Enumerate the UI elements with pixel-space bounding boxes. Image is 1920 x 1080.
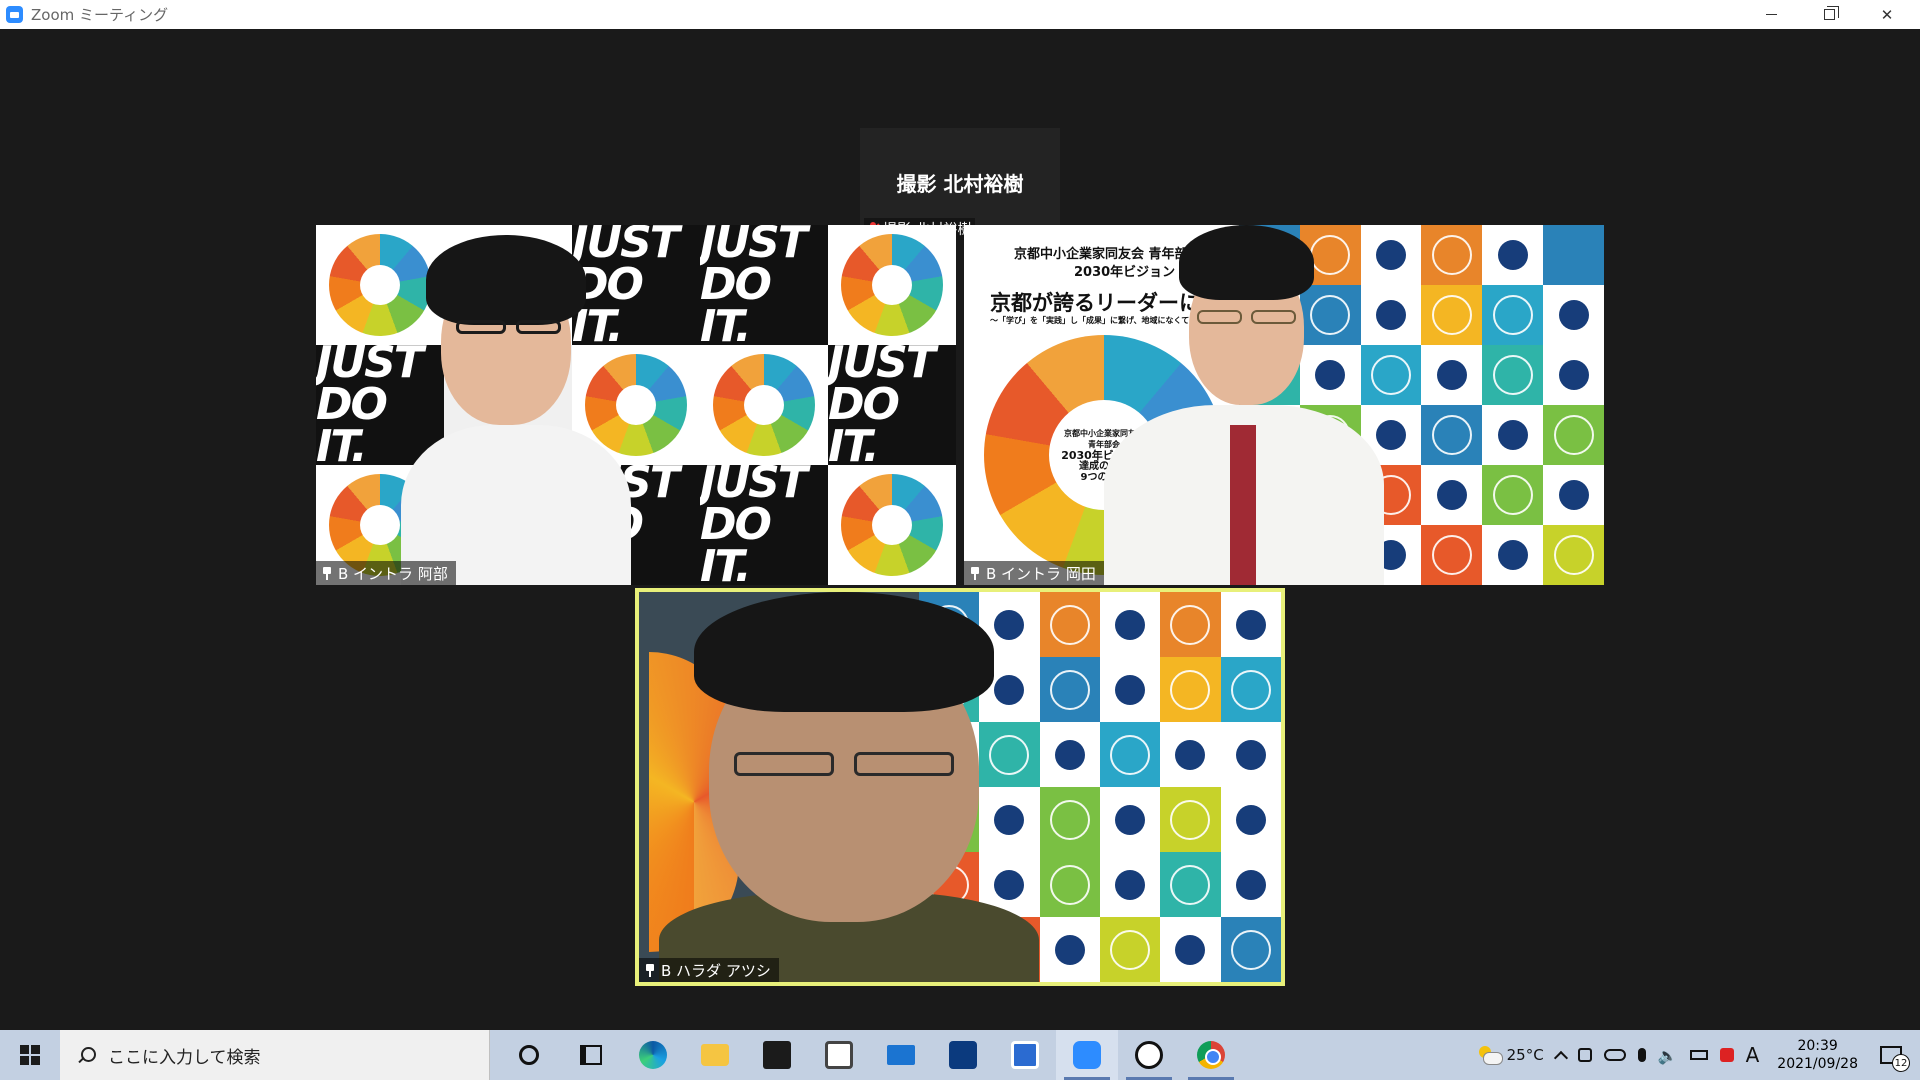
app-icon: [1011, 1041, 1039, 1069]
pin-icon: [645, 963, 655, 977]
window-title-bar[interactable]: Zoom ミーティング ✕: [0, 0, 1920, 29]
store-icon: [763, 1041, 791, 1069]
taskbar-app-file-explorer[interactable]: [684, 1030, 746, 1080]
taskbar-app[interactable]: [994, 1030, 1056, 1080]
search-placeholder: ここに入力して検索: [108, 1047, 261, 1068]
backdrop-wheel: [316, 225, 444, 345]
tray-volume[interactable]: 🔈: [1652, 1030, 1684, 1080]
mail-icon: [887, 1045, 915, 1065]
meeting-gallery: 撮影 北村裕樹 撮影 北村裕樹 JUST DO IT. JUST DO IT. …: [0, 29, 1920, 1030]
cortana-icon: [519, 1045, 539, 1065]
restore-button[interactable]: [1800, 0, 1858, 29]
ime-indicator[interactable]: A: [1740, 1030, 1766, 1080]
windows-logo-icon: [20, 1045, 40, 1065]
close-icon: ✕: [1880, 5, 1894, 24]
zoom-icon: [1073, 1041, 1101, 1069]
cloud-icon: [1603, 1049, 1626, 1061]
tray-microphone[interactable]: [1632, 1030, 1652, 1080]
taskbar-app-mail[interactable]: [870, 1030, 932, 1080]
app-icon: [949, 1041, 977, 1069]
chat-bubble-icon: [1135, 1041, 1163, 1069]
battery-icon: [1689, 1050, 1708, 1060]
backdrop-slogan: JUST DO IT.: [700, 225, 828, 345]
show-hidden-icons-button[interactable]: [1550, 1030, 1572, 1080]
backdrop-slogan: JUST DO IT.: [316, 345, 444, 465]
participant-video-tile-active-speaker[interactable]: B ハラダ アツシ: [635, 588, 1285, 986]
restore-icon: [1823, 6, 1839, 20]
action-center-button[interactable]: 12: [1870, 1030, 1920, 1080]
participant-display-name: 撮影 北村裕樹: [896, 172, 1024, 196]
tray-battery[interactable]: [1684, 1030, 1714, 1080]
poster-vision: 2030年ビジョン: [1074, 265, 1176, 280]
backdrop-wheel: [828, 465, 956, 585]
cortana-button[interactable]: [498, 1030, 560, 1080]
notification-count-badge: 12: [1892, 1054, 1910, 1072]
weather-widget[interactable]: 25°C: [1471, 1030, 1550, 1080]
weather-partly-cloudy-icon: [1477, 1046, 1503, 1065]
photos-icon: [825, 1041, 853, 1069]
tray-app[interactable]: [1714, 1030, 1740, 1080]
backdrop-slogan: JUST DO IT.: [828, 345, 956, 465]
participant-video-tile[interactable]: JUST DO IT. JUST DO IT. JUST DO IT. JUST…: [316, 225, 956, 585]
start-button[interactable]: [0, 1030, 60, 1080]
windows-taskbar: ここに入力して検索 25°C 🔈 A 20:39 2021/09/28 12: [0, 1030, 1920, 1080]
participant-name-label: B イントラ 阿部: [316, 561, 456, 585]
taskbar-app-edge[interactable]: [622, 1030, 684, 1080]
weather-temp: 25°C: [1506, 1046, 1544, 1064]
task-view-button[interactable]: [560, 1030, 622, 1080]
participant-name-label: B ハラダ アツシ: [639, 958, 779, 982]
edge-icon: [639, 1041, 667, 1069]
participant-name: B イントラ 阿部: [338, 564, 448, 583]
chrome-icon: [1197, 1041, 1225, 1069]
taskbar-pinned-apps: [498, 1030, 1242, 1080]
folder-icon: [701, 1044, 729, 1066]
zoom-app-icon: [6, 6, 23, 23]
clock-time: 20:39: [1797, 1038, 1838, 1054]
close-button[interactable]: ✕: [1858, 0, 1916, 29]
taskbar-app[interactable]: [932, 1030, 994, 1080]
pin-icon: [970, 566, 980, 580]
notification-icon: 12: [1880, 1046, 1910, 1072]
chevron-up-icon: [1553, 1050, 1568, 1066]
taskbar-app[interactable]: [1118, 1030, 1180, 1080]
participant-tile-no-video[interactable]: 撮影 北村裕樹 撮影 北村裕樹: [860, 128, 1060, 240]
backdrop-wheel: [700, 345, 828, 465]
backdrop-wheel: [828, 225, 956, 345]
pin-icon: [322, 566, 332, 580]
backdrop-slogan: JUST DO IT.: [700, 465, 828, 585]
system-tray: 25°C 🔈 A 20:39 2021/09/28 12: [1471, 1030, 1920, 1080]
taskbar-clock[interactable]: 20:39 2021/09/28: [1765, 1037, 1870, 1073]
search-icon: [78, 1047, 96, 1063]
app-tray-icon: [1719, 1048, 1734, 1062]
taskbar-app-photos[interactable]: [808, 1030, 870, 1080]
participant-name-label: B イントラ 岡田: [964, 561, 1104, 585]
taskbar-search-box[interactable]: ここに入力して検索: [60, 1030, 490, 1080]
participant-video-tile[interactable]: 京都中小企業家同友会 青年部会 2030年ビジョン 京都が誇るリーダーになろう …: [964, 225, 1604, 585]
participant-name: B ハラダ アツシ: [661, 961, 771, 980]
taskbar-app-zoom[interactable]: [1056, 1030, 1118, 1080]
minimize-icon: [1765, 14, 1777, 15]
window-title: Zoom ミーティング: [31, 6, 169, 24]
microphone-icon: [1637, 1048, 1646, 1062]
clock-date: 2021/09/28: [1777, 1056, 1858, 1072]
task-view-icon: [580, 1045, 602, 1065]
minimize-button[interactable]: [1742, 0, 1800, 29]
backdrop-slogan: JUST DO IT.: [572, 225, 700, 345]
speaker-icon: 🔈: [1657, 1045, 1678, 1065]
taskbar-app-store[interactable]: [746, 1030, 808, 1080]
poster-org: 京都中小企業家同友会 青年部会: [1014, 247, 1201, 262]
taskbar-app-chrome[interactable]: [1180, 1030, 1242, 1080]
meet-now-icon: [1577, 1048, 1592, 1062]
tray-onedrive[interactable]: [1598, 1030, 1632, 1080]
participant-name: B イントラ 岡田: [986, 564, 1096, 583]
tray-meet-now[interactable]: [1572, 1030, 1598, 1080]
